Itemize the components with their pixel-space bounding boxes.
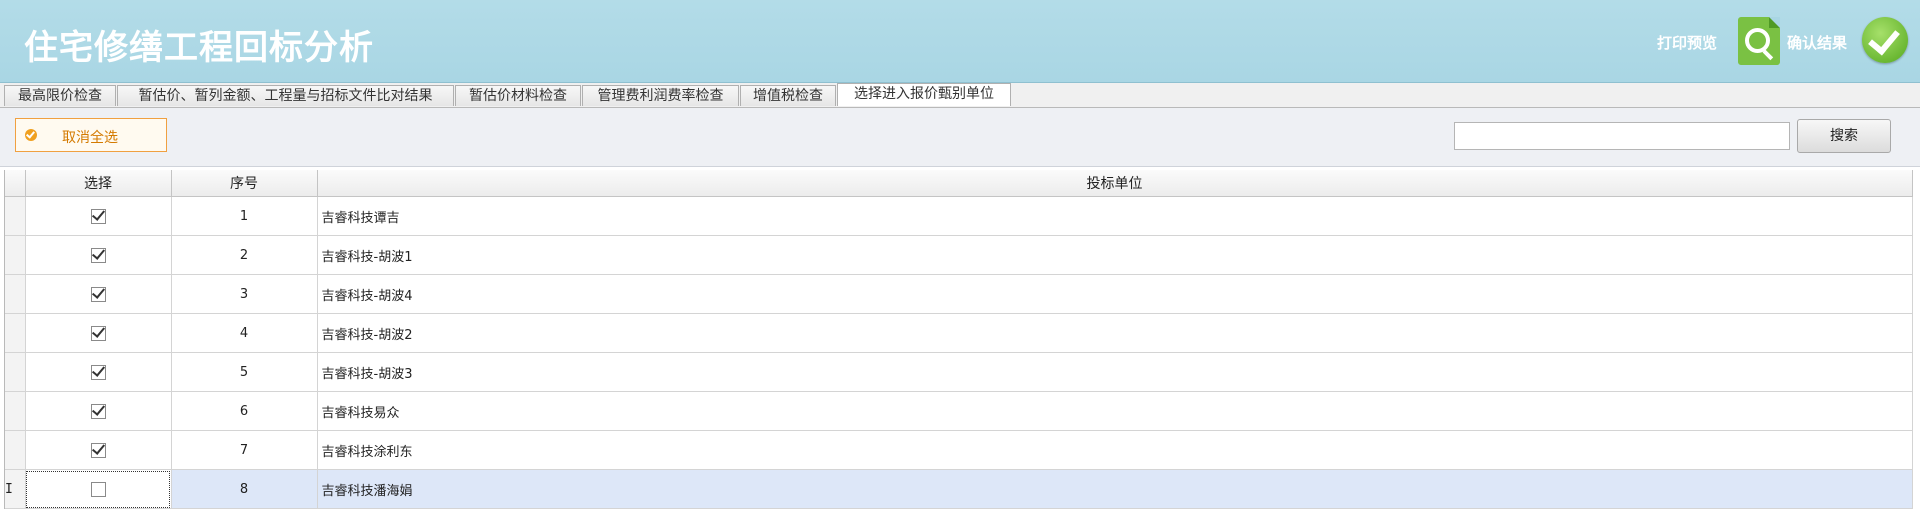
index-cell: 2 bbox=[171, 235, 318, 275]
row-checkbox[interactable] bbox=[90, 208, 106, 224]
search-button[interactable]: 搜索 bbox=[1797, 119, 1891, 153]
row-checkbox[interactable] bbox=[90, 481, 106, 497]
row-indicator[interactable] bbox=[5, 235, 26, 275]
search-input[interactable] bbox=[1454, 122, 1790, 150]
select-cell[interactable] bbox=[25, 430, 172, 470]
index-cell: 5 bbox=[171, 352, 318, 392]
row-indicator[interactable] bbox=[5, 430, 26, 470]
row-indicator[interactable] bbox=[5, 274, 26, 314]
bidder-cell: 吉睿科技-胡波2 bbox=[317, 313, 1913, 353]
table-row[interactable]: 7 吉睿科技涂利东 bbox=[5, 430, 1913, 470]
row-checkbox[interactable] bbox=[90, 403, 106, 419]
tab-max-price-check[interactable]: 最高限价检查 bbox=[4, 85, 116, 106]
row-checkbox[interactable] bbox=[90, 247, 106, 263]
select-cell[interactable] bbox=[25, 274, 172, 314]
select-cell[interactable] bbox=[25, 352, 172, 392]
table-row[interactable]: 2 吉睿科技-胡波1 bbox=[5, 235, 1913, 275]
tab-provisional-material-check[interactable]: 暂估价材料检查 bbox=[455, 85, 581, 106]
row-indicator[interactable] bbox=[5, 196, 26, 236]
row-indicator[interactable] bbox=[5, 352, 26, 392]
confirm-result-label[interactable]: 确认结果 bbox=[1787, 32, 1847, 53]
row-checkbox[interactable] bbox=[90, 364, 106, 380]
index-cell: 4 bbox=[171, 313, 318, 353]
page-title: 住宅修缮工程回标分析 bbox=[24, 28, 374, 68]
tab-management-fee-check[interactable]: 管理费利润费率检查 bbox=[582, 85, 739, 106]
row-indicator-current[interactable]: I bbox=[5, 469, 26, 509]
select-cell[interactable] bbox=[25, 313, 172, 353]
column-header-bidder[interactable]: 投标单位 bbox=[317, 170, 1913, 197]
index-cell: 7 bbox=[171, 430, 318, 470]
print-preview-label[interactable]: 打印预览 bbox=[1657, 32, 1717, 53]
tab-provisional-compare[interactable]: 暂估价、暂列金额、工程量与招标文件比对结果 bbox=[117, 85, 454, 106]
row-indicator[interactable] bbox=[5, 391, 26, 431]
index-cell: 8 bbox=[171, 469, 318, 509]
row-indicator-header bbox=[5, 170, 26, 197]
table-row[interactable]: 4 吉睿科技-胡波2 bbox=[5, 313, 1913, 353]
column-header-index[interactable]: 序号 bbox=[171, 170, 318, 197]
confirm-check-icon[interactable] bbox=[1862, 17, 1908, 63]
bidder-cell: 吉睿科技涂利东 bbox=[317, 430, 1913, 470]
grid-header-row: 选择 序号 投标单位 bbox=[5, 170, 1913, 197]
tab-select-bidders[interactable]: 选择进入报价甄别单位 bbox=[837, 83, 1011, 106]
row-checkbox[interactable] bbox=[90, 286, 106, 302]
check-circle-icon bbox=[25, 129, 37, 141]
bidder-cell: 吉睿科技潘海娟 bbox=[317, 469, 1913, 509]
bidder-cell: 吉睿科技-胡波4 bbox=[317, 274, 1913, 314]
bidder-cell: 吉睿科技谭吉 bbox=[317, 196, 1913, 236]
index-cell: 1 bbox=[171, 196, 318, 236]
bidder-cell: 吉睿科技-胡波1 bbox=[317, 235, 1913, 275]
bidder-cell: 吉睿科技-胡波3 bbox=[317, 352, 1913, 392]
index-cell: 6 bbox=[171, 391, 318, 431]
table-row[interactable]: 3 吉睿科技-胡波4 bbox=[5, 274, 1913, 314]
table-row-selected[interactable]: I 8 吉睿科技潘海娟 bbox=[5, 469, 1913, 509]
table-row[interactable]: 6 吉睿科技易众 bbox=[5, 391, 1913, 431]
column-header-select[interactable]: 选择 bbox=[25, 170, 172, 197]
select-cell[interactable] bbox=[25, 469, 172, 509]
bidder-grid: 选择 序号 投标单位 1 吉睿科技谭吉 2 吉睿科技-胡波1 3 吉睿科技-胡波… bbox=[4, 170, 1913, 509]
select-cell[interactable] bbox=[25, 391, 172, 431]
select-cell[interactable] bbox=[25, 196, 172, 236]
print-preview-icon[interactable] bbox=[1738, 17, 1780, 65]
cancel-select-all-label: 取消全选 bbox=[62, 130, 118, 146]
bidder-cell: 吉睿科技易众 bbox=[317, 391, 1913, 431]
cancel-select-all-button[interactable]: 取消全选 bbox=[15, 118, 167, 152]
index-cell: 3 bbox=[171, 274, 318, 314]
row-indicator[interactable] bbox=[5, 313, 26, 353]
tab-bar: 最高限价检查 暂估价、暂列金额、工程量与招标文件比对结果 暂估价材料检查 管理费… bbox=[0, 83, 1920, 108]
select-cell[interactable] bbox=[25, 235, 172, 275]
tab-vat-check[interactable]: 增值税检查 bbox=[740, 85, 836, 106]
table-row[interactable]: 5 吉睿科技-胡波3 bbox=[5, 352, 1913, 392]
row-checkbox[interactable] bbox=[90, 325, 106, 341]
row-checkbox[interactable] bbox=[90, 442, 106, 458]
app-header: 住宅修缮工程回标分析 打印预览 确认结果 bbox=[0, 0, 1920, 83]
toolbar: 取消全选 搜索 bbox=[0, 108, 1920, 167]
table-row[interactable]: 1 吉睿科技谭吉 bbox=[5, 196, 1913, 236]
